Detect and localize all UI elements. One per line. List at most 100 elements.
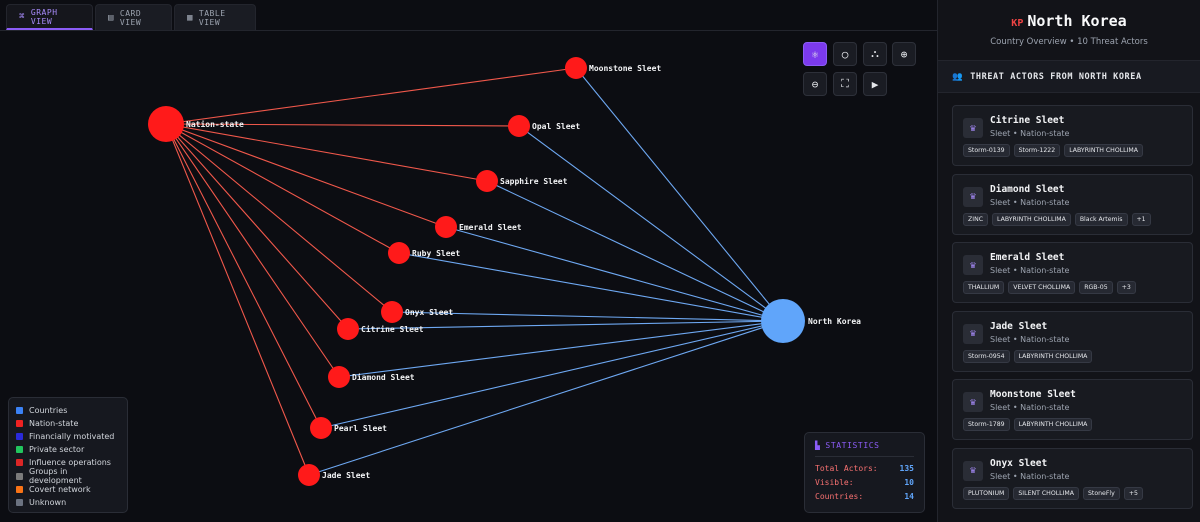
- stat-row-countries: Countries: 14: [815, 492, 914, 506]
- alias-tags: ZINC LABYRINTH CHOLLIMA Black Artemis +1: [963, 212, 1151, 226]
- table-icon: ▦: [187, 12, 193, 23]
- alias-tag: ZINC: [963, 212, 989, 226]
- nation-state-edge: [165, 123, 400, 254]
- alias-tag: PLUTONIUM: [963, 486, 1010, 500]
- actor-node[interactable]: Emerald Sleet: [435, 216, 522, 238]
- legend-label: Unknown: [29, 497, 67, 507]
- actor-card[interactable]: ♛ Diamond Sleet Sleet • Nation-state ZIN…: [952, 173, 1193, 235]
- hub-node-nation-state[interactable]: [148, 106, 184, 142]
- chess-pawn-icon: ♛: [963, 392, 983, 413]
- fit-screen-button[interactable]: ⛶: [833, 72, 857, 96]
- actor-card[interactable]: ♛ Emerald Sleet Sleet • Nation-state THA…: [952, 242, 1193, 304]
- alias-tag: StoneFly: [1083, 486, 1120, 500]
- country-edge: [308, 320, 784, 476]
- zoom-in-icon: ⊕: [900, 47, 908, 61]
- stat-label: Countries:: [815, 492, 864, 501]
- statistics-title: STATISTICS: [825, 441, 880, 450]
- alias-tags: Storm-1789 LABYRINTH CHOLLIMA: [963, 418, 1093, 432]
- play-button[interactable]: ▶: [863, 72, 887, 96]
- actor-card[interactable]: ♛ Jade Sleet Sleet • Nation-state Storm-…: [952, 310, 1193, 372]
- actor-name: Moonstone Sleet: [990, 389, 1076, 401]
- chess-pawn-icon: ♛: [963, 186, 983, 207]
- country-detail-panel: KP North Korea Country Overview • 10 Thre…: [937, 0, 1200, 522]
- legend-label: Countries: [29, 406, 68, 416]
- country-edge: [575, 67, 784, 322]
- alias-tag: LABYRINTH CHOLLIMA: [1064, 144, 1143, 157]
- actor-node[interactable]: Sapphire Sleet: [476, 170, 568, 192]
- panel-header: KP North Korea Country Overview • 10 Thre…: [938, 0, 1200, 61]
- legend-item: Nation-state: [16, 417, 120, 430]
- graph-pane: ⌘ GRAPH VIEW ▤ CARD VIEW ▦ TABLE VIEW Na…: [0, 0, 937, 522]
- country-node-north-korea[interactable]: [761, 299, 805, 343]
- legend-swatch: [16, 485, 23, 493]
- legend-swatch: [16, 407, 23, 415]
- alias-tag: RGB-05: [1079, 281, 1113, 295]
- chess-pawn-icon: ♛: [963, 118, 983, 138]
- actor-node[interactable]: Opal Sleet: [508, 115, 580, 137]
- play-icon: ▶: [871, 77, 879, 91]
- circle-layout-button[interactable]: ○: [833, 42, 857, 66]
- stat-row-total: Total Actors: 135: [815, 464, 914, 478]
- tab-graph-view[interactable]: ⌘ GRAPH VIEW: [6, 4, 93, 30]
- legend-swatch: [16, 472, 23, 480]
- alias-tag: LABYRINTH CHOLLIMA: [1013, 349, 1093, 363]
- alias-tag: Storm-0139: [963, 144, 1010, 157]
- more-aliases-tag: +5: [1123, 486, 1143, 500]
- actor-card[interactable]: ♛ Moonstone Sleet Sleet • Nation-state S…: [952, 379, 1193, 441]
- legend-swatch: [16, 459, 23, 467]
- nation-state-edge: [165, 123, 488, 182]
- threat-actors-section-header: 👥 THREAT ACTORS FROM NORTH KOREA: [938, 61, 1200, 93]
- chess-pawn-icon: ♛: [963, 460, 983, 481]
- actor-node-label: Diamond Sleet: [352, 372, 415, 382]
- actor-node-label: Opal Sleet: [532, 122, 580, 131]
- tab-table-view[interactable]: ▦ TABLE VIEW: [174, 4, 256, 30]
- tab-label: CARD VIEW: [119, 8, 142, 27]
- stat-row-visible: Visible: 10: [815, 478, 914, 492]
- country-node-label: North Korea: [808, 317, 861, 326]
- legend: Countries Nation-state Financially motiv…: [8, 397, 128, 513]
- actor-node[interactable]: Ruby Sleet: [388, 242, 460, 264]
- legend-label: Covert network: [29, 484, 91, 494]
- actor-card[interactable]: ♛ Citrine Sleet Sleet • Nation-state Sto…: [952, 105, 1193, 166]
- actor-name: Emerald Sleet: [990, 252, 1065, 264]
- legend-item: Unknown: [16, 496, 120, 509]
- alias-tag: VELVET CHOLLIMA: [1008, 281, 1076, 295]
- actor-node[interactable]: Onyx Sleet: [381, 301, 453, 323]
- actor-meta: Sleet • Nation-state: [990, 403, 1070, 413]
- alias-tag: SILENT CHOLLIMA: [1013, 486, 1079, 500]
- fit-screen-icon: ⛶: [841, 77, 849, 90]
- zoom-in-button[interactable]: ⊕: [892, 42, 916, 66]
- nation-state-edge: [165, 67, 577, 125]
- country-edge: [518, 125, 784, 322]
- actor-node-label: Ruby Sleet: [412, 249, 460, 258]
- legend-item: Private sector: [16, 443, 120, 456]
- view-tabs: ⌘ GRAPH VIEW ▤ CARD VIEW ▦ TABLE VIEW: [0, 0, 937, 31]
- actor-node[interactable]: Citrine Sleet: [337, 318, 424, 340]
- stat-value: 135: [899, 464, 914, 473]
- nation-state-edge: [165, 123, 349, 330]
- alias-tag: LABYRINTH CHOLLIMA: [992, 212, 1071, 226]
- actor-card[interactable]: ♛ Onyx Sleet Sleet • Nation-state PLUTON…: [952, 447, 1193, 509]
- zoom-out-button[interactable]: ⊖: [803, 72, 827, 96]
- network-layout-button[interactable]: ⚛: [803, 42, 827, 66]
- alias-tag: THALLIUM: [963, 281, 1005, 295]
- network-graph[interactable]: Nation-state North Korea Moonstone Sleet…: [0, 31, 937, 522]
- actor-node[interactable]: Pearl Sleet: [310, 417, 387, 439]
- tab-label: TABLE VIEW: [198, 8, 226, 27]
- alias-tags: THALLIUM VELVET CHOLLIMA RGB-05 +3: [963, 281, 1136, 295]
- section-title: THREAT ACTORS FROM NORTH KOREA: [970, 71, 1142, 82]
- actor-name: Diamond Sleet: [990, 183, 1065, 195]
- actor-node-label: Jade Sleet: [322, 471, 370, 480]
- alias-tag: Storm-1222: [1013, 144, 1061, 157]
- hierarchy-layout-button[interactable]: ⛬: [863, 42, 887, 66]
- nation-state-edge: [165, 123, 310, 476]
- actor-node-label: Sapphire Sleet: [500, 176, 568, 186]
- actor-node[interactable]: Moonstone Sleet: [565, 57, 661, 79]
- actor-meta: Sleet • Nation-state: [990, 471, 1070, 481]
- nation-state-edge: [165, 123, 340, 378]
- legend-swatch: [16, 446, 23, 454]
- tab-card-view[interactable]: ▤ CARD VIEW: [95, 4, 172, 30]
- actor-name: Onyx Sleet: [990, 457, 1048, 469]
- stat-label: Visible:: [815, 478, 854, 487]
- alias-tag: Storm-1789: [963, 418, 1010, 432]
